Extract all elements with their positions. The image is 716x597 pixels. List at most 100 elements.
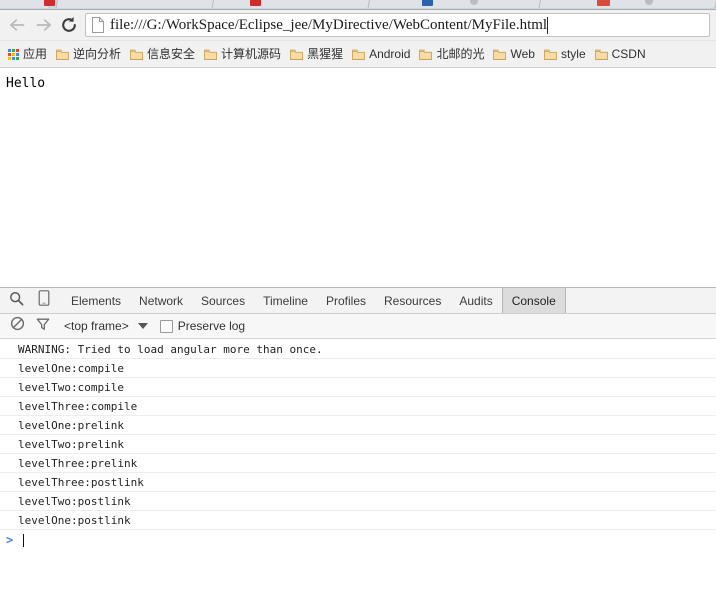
browser-tab[interactable] (211, 0, 379, 8)
address-bar-url: file:///G:/WorkSpace/Eclipse_jee/MyDirec… (110, 17, 548, 33)
folder-icon (130, 49, 143, 60)
tab-label: Console (511, 293, 556, 308)
reload-icon (60, 16, 78, 34)
console-message-text: levelThree:postlink (18, 475, 144, 489)
folder-icon (419, 49, 433, 60)
tab-resources[interactable]: Resources (375, 288, 450, 313)
tab-label: Network (139, 293, 184, 308)
bookmark-label: Web (510, 47, 535, 61)
folder-icon (594, 49, 608, 60)
console-message[interactable]: levelOne:postlink (0, 511, 716, 530)
page-document-icon (91, 17, 110, 33)
bookmark-folder-3[interactable]: 计算机源码 (200, 44, 286, 65)
page-viewport: Hello (0, 68, 716, 287)
bookmark-label: 黑猩猩 (307, 47, 344, 61)
device-toolbar-toggle[interactable] (30, 288, 58, 313)
console-prompt[interactable]: > (0, 530, 716, 550)
red-favicon (250, 0, 261, 6)
bookmark-label: Android (369, 47, 411, 61)
folder-icon (204, 49, 217, 60)
bookmark-label: 计算机源码 (221, 47, 282, 61)
bookmark-label: 信息安全 (147, 47, 196, 61)
filter-funnel-icon (36, 317, 50, 336)
console-input-caret (23, 533, 25, 547)
apps-grid-icon (8, 48, 19, 60)
devtools-search-button[interactable] (2, 288, 30, 313)
console-filter-bar: <top frame> Preserve log (0, 314, 716, 339)
prompt-arrow-icon: > (6, 533, 14, 547)
browser-tab[interactable] (538, 0, 716, 8)
console-message[interactable]: levelThree:postlink (0, 473, 716, 492)
bookmark-folder-6[interactable]: 北邮的光 (415, 44, 489, 65)
console-message[interactable]: levelOne:compile (0, 359, 716, 378)
bookmark-label: 应用 (23, 47, 48, 61)
search-icon (9, 291, 24, 311)
reload-button[interactable] (56, 12, 82, 38)
console-message[interactable]: levelTwo:prelink (0, 435, 716, 454)
clear-console-button[interactable] (4, 314, 30, 338)
tab-label: Resources (384, 293, 442, 308)
console-message[interactable]: levelTwo:compile (0, 378, 716, 397)
arrow-right-icon (35, 18, 52, 32)
bookmarks-bar[interactable]: 应用 逆向分析 信息安全 计算机源码 黑猩猩 Android 北邮的光 Web … (0, 41, 716, 68)
bookmark-folder-1[interactable]: 逆向分析 (52, 44, 126, 65)
tab-label: Profiles (325, 293, 366, 308)
console-message[interactable]: levelOne:prelink (0, 416, 716, 435)
tab-audits[interactable]: Audits (450, 288, 501, 313)
bookmark-folder-7[interactable]: Web (489, 44, 539, 65)
console-message-text: levelTwo:postlink (18, 494, 131, 508)
bookmark-folder-4[interactable]: 黑猩猩 (286, 44, 348, 65)
execution-context-selector[interactable]: <top frame> (64, 319, 148, 333)
back-button[interactable] (4, 12, 30, 38)
browser-tab[interactable] (55, 0, 223, 8)
bookmark-label: style (560, 47, 586, 61)
folder-icon (543, 49, 557, 60)
arrow-left-icon (9, 18, 26, 32)
chevron-down-icon (137, 323, 148, 329)
tab-network[interactable]: Network (130, 288, 192, 313)
bookmark-apps[interactable]: 应用 (4, 44, 52, 65)
clear-console-icon (10, 316, 25, 336)
tab-elements[interactable]: Elements (62, 288, 130, 313)
console-message[interactable]: WARNING: Tried to load angular more than… (0, 340, 716, 359)
address-bar-caret (547, 16, 549, 34)
tab-profiles[interactable]: Profiles (317, 288, 375, 313)
console-message[interactable]: levelTwo:postlink (0, 492, 716, 511)
console-message-list[interactable]: WARNING: Tried to load angular more than… (0, 339, 716, 596)
page-body-text: Hello (6, 76, 46, 91)
tab-console[interactable]: Console (501, 288, 566, 313)
folder-icon (56, 49, 69, 60)
devtools-tab-list[interactable]: Elements Network Sources Timeline Profil… (62, 288, 566, 313)
console-message-text: levelTwo:prelink (18, 437, 124, 451)
browser-tab-strip[interactable] (0, 0, 716, 10)
bookmark-label: CSDN (611, 47, 646, 61)
folder-icon (493, 49, 507, 60)
address-bar[interactable]: file:///G:/WorkSpace/Eclipse_jee/MyDirec… (85, 13, 710, 37)
browser-tab[interactable] (367, 0, 550, 8)
preserve-log-label: Preserve log (177, 319, 246, 333)
console-message[interactable]: levelThree:compile (0, 397, 716, 416)
bookmark-label: 北邮的光 (436, 47, 485, 61)
bookmark-folder-9[interactable]: CSDN (591, 44, 651, 65)
preserve-log-checkbox[interactable] (159, 319, 173, 333)
browser-window: file:///G:/WorkSpace/Eclipse_jee/MyDirec… (0, 0, 716, 597)
red-favicon (44, 0, 55, 6)
bookmark-folder-2[interactable]: 信息安全 (126, 44, 200, 65)
device-toggle-icon (38, 290, 50, 311)
devtools-panel: Elements Network Sources Timeline Profil… (0, 287, 716, 596)
orange-favicon (597, 0, 610, 6)
tab-label: Sources (201, 293, 246, 308)
tab-sources[interactable]: Sources (192, 288, 254, 313)
bookmark-folder-8[interactable]: style (540, 44, 591, 65)
console-message[interactable]: levelThree:prelink (0, 454, 716, 473)
tab-timeline[interactable]: Timeline (254, 288, 317, 313)
blue-favicon (422, 0, 433, 6)
tab-label: Audits (459, 293, 493, 308)
preserve-log-toggle[interactable]: Preserve log (159, 319, 246, 333)
console-message-text: levelOne:prelink (18, 418, 124, 432)
console-message-text: levelOne:postlink (18, 513, 131, 527)
forward-button[interactable] (30, 12, 56, 38)
filter-button[interactable] (30, 314, 56, 338)
bookmark-folder-5[interactable]: Android (348, 44, 415, 65)
bookmark-label: 逆向分析 (73, 47, 122, 61)
